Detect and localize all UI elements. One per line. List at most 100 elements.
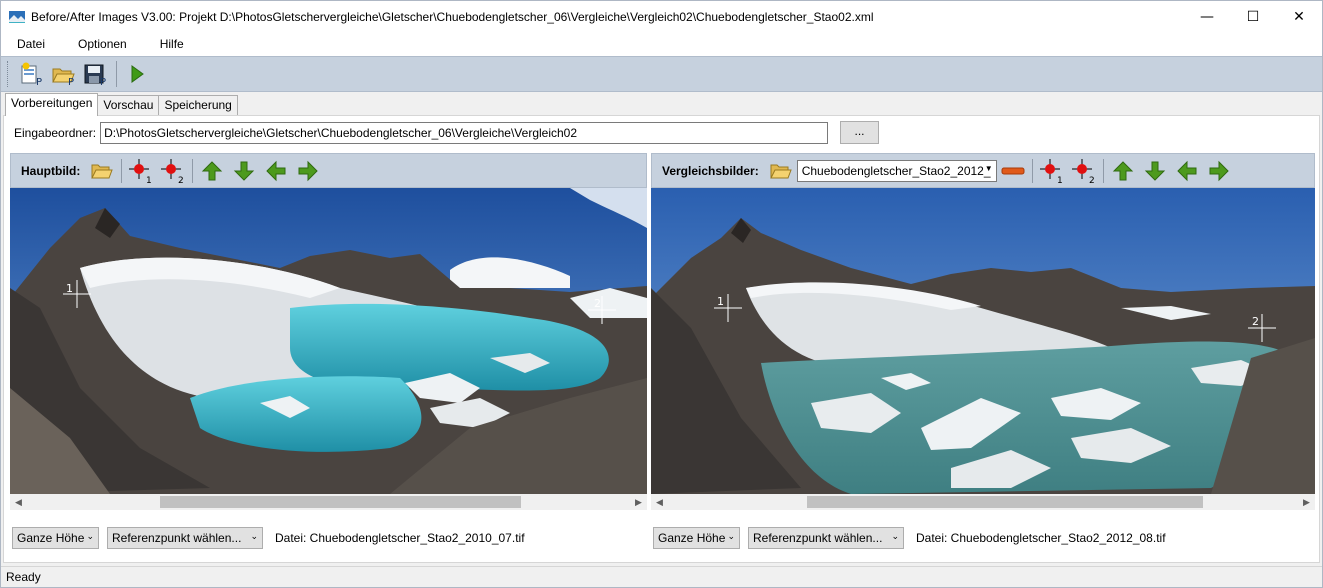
compare-move-left-button[interactable] bbox=[1171, 157, 1203, 185]
tab-vorschau[interactable]: Vorschau bbox=[97, 95, 160, 115]
tab-speicherung[interactable]: Speicherung bbox=[158, 95, 238, 115]
chevron-down-icon: ⌄ bbox=[727, 531, 735, 541]
menu-options[interactable]: Optionen bbox=[72, 35, 133, 53]
panel-separator bbox=[1031, 158, 1033, 183]
svg-text:2: 2 bbox=[1089, 176, 1095, 184]
main-glacier-photo bbox=[10, 188, 647, 494]
app-window: Before/After Images V3.00: Projekt D:\Ph… bbox=[0, 0, 1323, 588]
compare-image-select[interactable]: Chuebodengletscher_Stao2_2012_ ▼ bbox=[796, 159, 997, 182]
compare-move-down-button[interactable] bbox=[1139, 157, 1171, 185]
panel-separator bbox=[1102, 158, 1104, 183]
compare-ref-point-1-button[interactable]: 1 bbox=[1036, 157, 1068, 185]
menu-help[interactable]: Hilfe bbox=[154, 35, 190, 53]
title-bar: Before/After Images V3.00: Projekt D:\Ph… bbox=[1, 1, 1322, 32]
new-project-icon: P bbox=[21, 62, 42, 87]
menu-bar: Datei Optionen Hilfe bbox=[1, 32, 1322, 56]
compare-glacier-photo bbox=[651, 188, 1315, 494]
main-move-down-button[interactable] bbox=[228, 157, 260, 185]
main-ref-point-1-button[interactable]: 1 bbox=[125, 157, 157, 185]
scroll-left-icon[interactable]: ◀ bbox=[10, 497, 27, 508]
app-icon bbox=[9, 10, 25, 23]
scroll-left-icon[interactable]: ◀ bbox=[651, 497, 668, 508]
compare-open-image-button[interactable] bbox=[765, 157, 797, 185]
compare-image-panel: Vergleichsbilder: Chuebodengletscher_Sta… bbox=[651, 153, 1315, 523]
main-ref-point-2-button[interactable]: 2 bbox=[157, 157, 189, 185]
compare-ref-point-select[interactable]: Referenzpunkt wählen... ⌄ bbox=[748, 527, 904, 549]
main-ref-point-select[interactable]: Referenzpunkt wählen... ⌄ bbox=[107, 527, 263, 549]
compare-ref-point-2-button[interactable]: 2 bbox=[1068, 157, 1100, 185]
compare-image-toolbar: Vergleichsbilder: Chuebodengletscher_Sta… bbox=[651, 153, 1315, 188]
chevron-down-icon: ▼ bbox=[984, 163, 993, 173]
main-image-viewport[interactable]: 1 2 bbox=[10, 188, 647, 494]
svg-text:P: P bbox=[36, 77, 42, 87]
open-project-button[interactable]: P bbox=[48, 59, 80, 89]
compare-horizontal-scrollbar[interactable]: ◀ ▶ bbox=[651, 494, 1315, 510]
open-project-icon: P bbox=[52, 68, 75, 87]
compare-marker-1-label: 1 bbox=[717, 295, 724, 308]
svg-text:1: 1 bbox=[1057, 176, 1063, 184]
tab-vorbereitungen[interactable]: Vorbereitungen bbox=[5, 93, 99, 116]
maximize-button[interactable]: ☐ bbox=[1230, 1, 1276, 32]
main-toolbar: P P P bbox=[1, 56, 1322, 92]
save-project-icon: P bbox=[84, 64, 106, 87]
compare-height-select[interactable]: Ganze Höhe ⌄ bbox=[653, 527, 740, 549]
folder-open-icon bbox=[91, 164, 114, 178]
compare-scroll-track[interactable] bbox=[668, 494, 1298, 510]
minus-icon bbox=[1001, 167, 1025, 174]
scroll-right-icon[interactable]: ▶ bbox=[1298, 497, 1315, 508]
compare-move-up-button[interactable] bbox=[1107, 157, 1139, 185]
arrow-right-icon bbox=[298, 160, 319, 181]
compare-marker-2-label: 2 bbox=[1252, 315, 1259, 328]
compare-image-select-value: Chuebodengletscher_Stao2_2012_ bbox=[801, 163, 991, 178]
red-marker-1-icon: 1 bbox=[1039, 158, 1063, 184]
main-height-select[interactable]: Ganze Höhe ⌄ bbox=[12, 527, 99, 549]
red-marker-2-icon: 2 bbox=[1071, 158, 1095, 184]
new-project-button[interactable]: P bbox=[16, 59, 48, 89]
main-image-toolbar: Hauptbild: 1 2 bbox=[10, 153, 647, 188]
main-marker-2[interactable] bbox=[588, 296, 616, 324]
tab-content: Eingabeordner: ... Hauptbild: bbox=[3, 115, 1320, 563]
play-icon bbox=[131, 65, 144, 83]
save-project-button[interactable]: P bbox=[80, 59, 112, 89]
menu-file[interactable]: Datei bbox=[11, 35, 51, 53]
svg-text:1: 1 bbox=[146, 176, 152, 184]
input-folder-row: Eingabeordner: bbox=[14, 122, 829, 144]
compare-scroll-thumb[interactable] bbox=[806, 496, 1204, 508]
window-title: Before/After Images V3.00: Projekt D:\Ph… bbox=[31, 9, 874, 24]
compare-file-label: Datei: Chuebodengletscher_Stao2_2012_08.… bbox=[916, 531, 1166, 545]
window-controls: — ☐ ✕ bbox=[1184, 1, 1322, 32]
main-open-image-button[interactable] bbox=[86, 157, 118, 185]
main-horizontal-scrollbar[interactable]: ◀ ▶ bbox=[10, 494, 647, 510]
compare-ref-point-select-value: Referenzpunkt wählen... bbox=[753, 531, 883, 545]
compare-move-right-button[interactable] bbox=[1203, 157, 1235, 185]
input-folder-label: Eingabeordner: bbox=[14, 126, 97, 140]
compare-height-select-value: Ganze Höhe bbox=[658, 531, 726, 545]
compare-image-label: Vergleichsbilder: bbox=[662, 163, 759, 178]
panel-separator bbox=[121, 158, 123, 183]
main-marker-1-label: 1 bbox=[66, 282, 73, 295]
compare-image-viewport[interactable]: 1 2 bbox=[651, 188, 1315, 494]
close-button[interactable]: ✕ bbox=[1276, 1, 1322, 32]
arrow-down-icon bbox=[1144, 161, 1165, 181]
status-text: Ready bbox=[6, 570, 41, 584]
main-move-right-button[interactable] bbox=[292, 157, 324, 185]
run-button[interactable] bbox=[121, 59, 153, 89]
main-move-left-button[interactable] bbox=[260, 157, 292, 185]
scroll-right-icon[interactable]: ▶ bbox=[630, 497, 647, 508]
svg-text:P: P bbox=[68, 77, 74, 87]
main-scroll-thumb[interactable] bbox=[159, 496, 522, 508]
arrow-up-icon bbox=[202, 160, 223, 180]
main-file-label: Datei: Chuebodengletscher_Stao2_2010_07.… bbox=[275, 531, 525, 545]
arrow-right-icon bbox=[1209, 160, 1229, 181]
main-move-up-button[interactable] bbox=[196, 157, 228, 185]
browse-button[interactable]: ... bbox=[840, 121, 879, 144]
chevron-down-icon: ⌄ bbox=[250, 531, 258, 541]
minimize-button[interactable]: — bbox=[1184, 1, 1230, 32]
svg-text:2: 2 bbox=[178, 176, 184, 184]
main-scroll-track[interactable] bbox=[27, 494, 630, 510]
remove-compare-image-button[interactable] bbox=[997, 157, 1029, 185]
main-marker-2-label: 2 bbox=[594, 297, 601, 310]
toolbar-grip[interactable] bbox=[7, 61, 10, 87]
input-folder-field[interactable] bbox=[100, 122, 829, 144]
toolbar-separator bbox=[116, 61, 117, 87]
